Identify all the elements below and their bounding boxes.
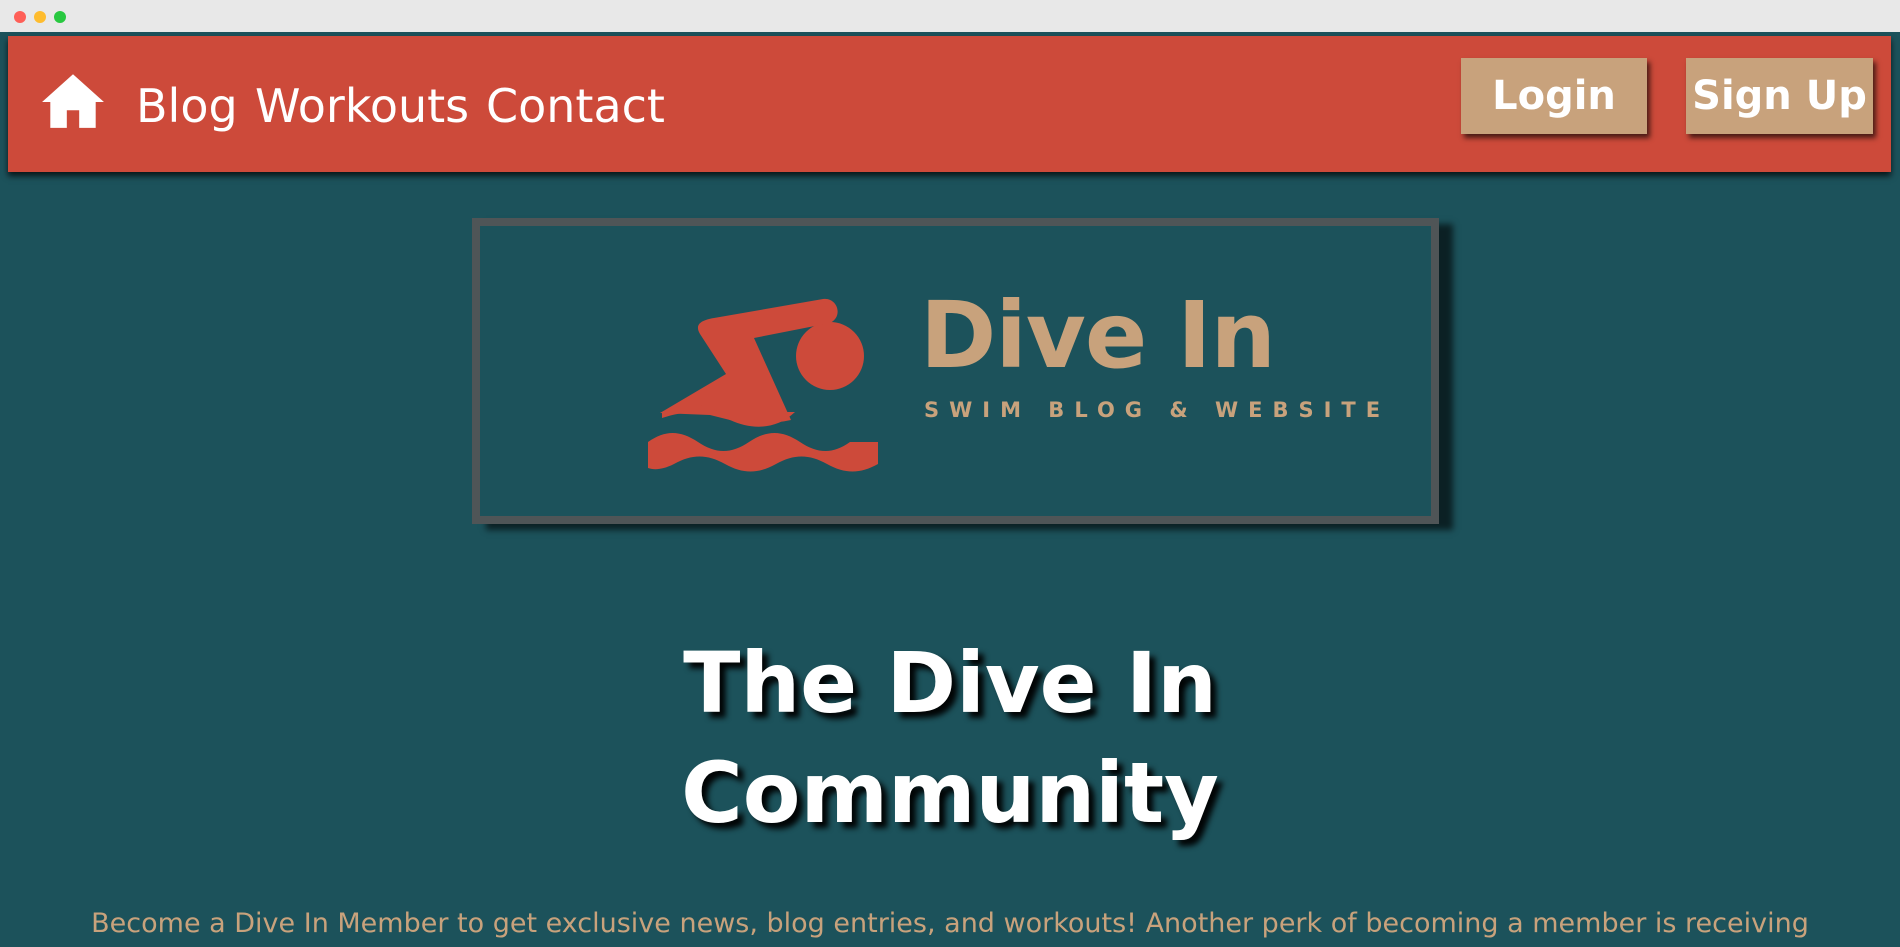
site-logo-frame: Dive In SWIM BLOG & WEBSITE [472, 218, 1439, 524]
sign-up-button[interactable]: Sign Up [1686, 58, 1873, 134]
logo-subtitle: SWIM BLOG & WEBSITE [924, 398, 1391, 422]
page-headline: The Dive In Community [0, 628, 1900, 848]
logo-title: Dive In [920, 282, 1276, 389]
browser-titlebar [0, 0, 1900, 32]
close-window-icon[interactable] [14, 11, 26, 23]
nav-link-blog[interactable]: Blog [136, 74, 238, 138]
login-button[interactable]: Login [1461, 58, 1647, 134]
nav-link-contact[interactable]: Contact [486, 74, 665, 138]
swimmer-icon [648, 298, 878, 472]
headline-line-1: The Dive In [683, 634, 1217, 732]
headline-line-2: Community [681, 744, 1219, 842]
minimize-window-icon[interactable] [34, 11, 46, 23]
maximize-window-icon[interactable] [54, 11, 66, 23]
nav-link-workouts[interactable]: Workouts [255, 74, 469, 138]
home-icon[interactable] [40, 68, 106, 134]
main-navbar: Blog Workouts Contact Login Sign Up [8, 36, 1891, 172]
membership-intro-text: Become a Dive In Member to get exclusive… [91, 908, 1809, 939]
